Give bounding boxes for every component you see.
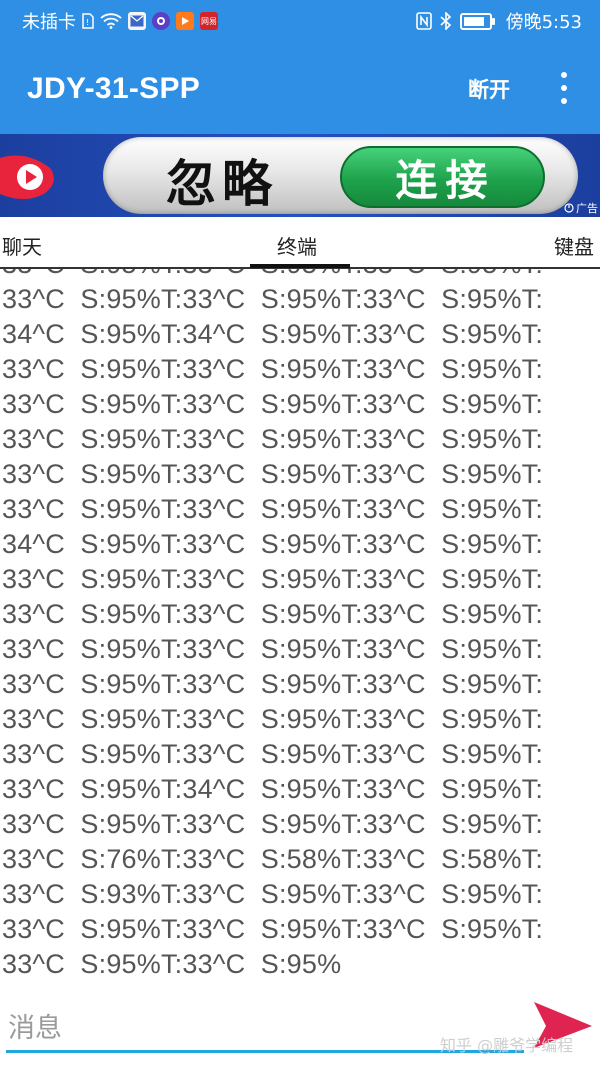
ad-banner[interactable]: 忽略 连接 广告 — [0, 134, 600, 217]
app-icon — [152, 12, 170, 30]
tab-active-indicator — [250, 264, 350, 268]
wifi-icon — [100, 13, 122, 29]
ad-tag: 广告 — [564, 200, 598, 216]
ad-connect-button[interactable]: 连接 — [340, 146, 545, 208]
carrier-label: 未插卡 — [22, 12, 76, 33]
svg-text:!: ! — [86, 18, 89, 27]
status-right: 傍晚5:53 — [415, 8, 600, 34]
netease-label: 网易 — [201, 16, 217, 26]
mail-icon — [128, 12, 146, 30]
ad-close-icon[interactable] — [564, 203, 574, 213]
video-app-icon — [176, 12, 194, 30]
status-bar: 未插卡 ! 网易 傍晚5:53 — [0, 0, 600, 42]
status-time: 傍晚5:53 — [505, 12, 582, 33]
disconnect-button[interactable]: 断开 — [468, 74, 510, 104]
tab-bar: 聊天 终端 键盘 — [0, 217, 600, 269]
terminal-output-text: 33^C S:95%T:33^C S:95%T:33^C S:95%T: 33^… — [2, 269, 544, 979]
battery-icon — [459, 12, 495, 30]
status-left: 未插卡 ! 网易 — [0, 8, 218, 34]
video-app-logo-icon — [0, 155, 54, 199]
bluetooth-icon — [440, 12, 452, 30]
tab-chat[interactable]: 聊天 — [2, 231, 42, 260]
app-bar: JDY-31-SPP 断开 — [0, 42, 600, 134]
tab-terminal[interactable]: 终端 — [277, 231, 317, 260]
netease-icon: 网易 — [200, 12, 218, 30]
nfc-icon — [415, 12, 432, 30]
ad-ignore-text: 忽略 — [166, 155, 278, 213]
sim-icon: ! — [82, 13, 94, 29]
terminal-output-area[interactable]: 33^C S:95%T:33^C S:95%T:33^C S:95%T: 33^… — [0, 269, 600, 989]
app-title: JDY-31-SPP — [27, 72, 201, 105]
overflow-menu-icon[interactable] — [552, 68, 576, 108]
watermark: 知乎 @雕爷学编程 — [440, 1036, 574, 1055]
ad-label: 广告 — [576, 202, 598, 215]
tab-keyboard[interactable]: 键盘 — [554, 231, 594, 260]
